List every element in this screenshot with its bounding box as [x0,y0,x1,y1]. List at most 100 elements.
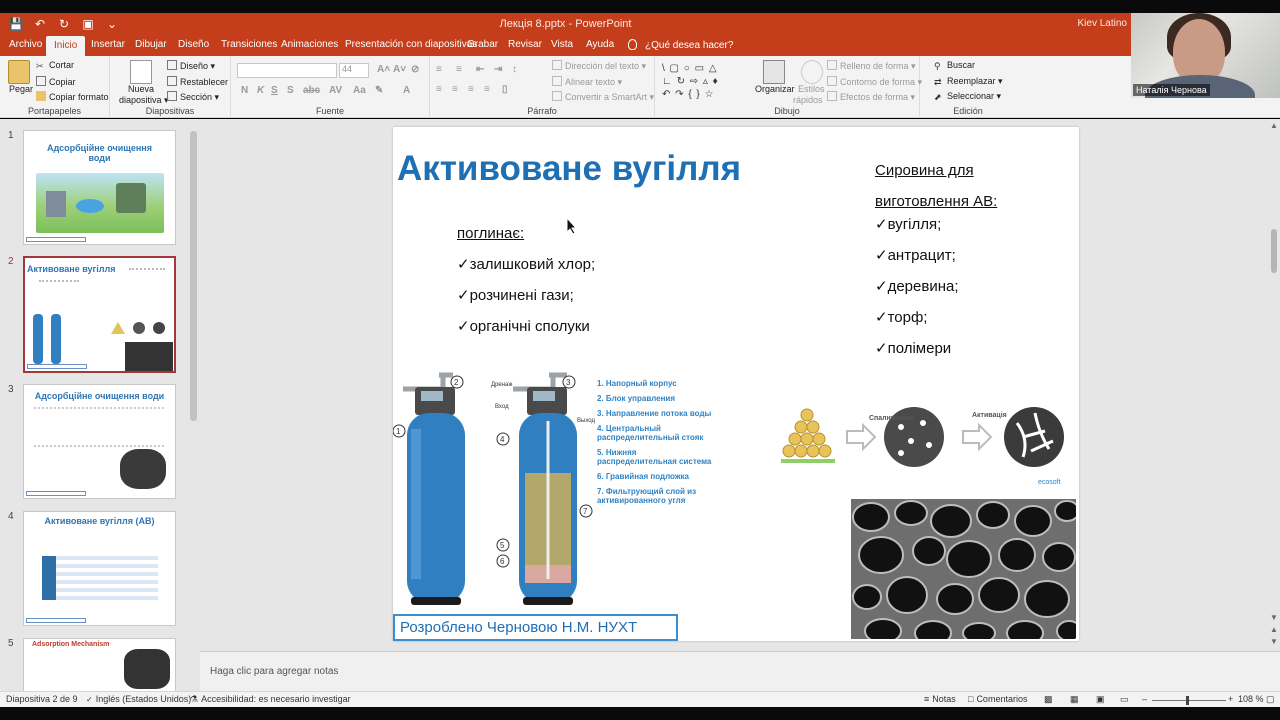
tab-animaciones[interactable]: Animaciones [281,39,338,50]
slide-thumbnail-2[interactable]: Активоване вугілля [23,256,176,373]
tell-me-search[interactable]: ¿Qué desea hacer? [628,39,733,51]
notes-toggle[interactable]: ≡ Notas [924,694,956,704]
shape-fill-button[interactable]: Relleno de forma ▾ [827,60,916,72]
filter-diagram[interactable]: 1 2 4 5 6 7 3 Дренаж Вход Выход [393,369,598,614]
paste-button[interactable]: Pegar [9,84,33,94]
activation-process-graphic[interactable]: Спалювання Активація [777,403,1077,493]
reset-button[interactable]: Restablecer [167,76,228,87]
author-credit[interactable]: Розроблено Черновою Н.М. НУХТ [393,614,678,641]
absorbs-list[interactable]: ✓залишковий хлор; ✓розчинені гази; ✓орга… [457,255,595,348]
filter-legend[interactable]: 1. Напорный корпус 2. Блок управления 3.… [597,379,711,505]
find-button[interactable]: ⚲ Buscar [934,60,975,71]
replace-button[interactable]: ⇄ Reemplazar ▾ [934,76,1003,87]
quick-styles-button[interactable]: Estilos [798,84,825,94]
slide-title[interactable]: Активоване вугілля [397,149,741,189]
scroll-down-icon[interactable]: ▼ [1270,613,1278,622]
underline-icon[interactable]: S [271,85,278,96]
decrease-indent-icon[interactable]: ⇤ [476,64,484,75]
numbering-icon[interactable]: ≡ [456,64,462,75]
tab-presentacion[interactable]: Presentación con diapositivas [345,39,477,50]
cut-button[interactable]: ✂ Cortar [36,60,74,71]
tab-transiciones[interactable]: Transiciones [221,39,277,50]
language-indicator[interactable]: ✓ Inglés (Estados Unidos) [86,694,191,704]
slide-thumbnail-4[interactable]: Активоване вугілля (АВ) [23,511,176,626]
line-spacing-icon[interactable]: ↕ [512,64,517,75]
tab-archivo[interactable]: Archivo [9,39,42,50]
italic-icon[interactable]: K [257,85,264,96]
zoom-slider-thumb[interactable] [1186,696,1189,705]
shape-outline-button[interactable]: Contorno de forma ▾ [827,76,922,88]
tab-dibujar[interactable]: Dibujar [135,39,167,50]
shadow-icon[interactable]: S [287,85,294,96]
align-right-icon[interactable]: ≡ [468,84,474,95]
select-button[interactable]: ⬈ Seleccionar ▾ [934,91,1001,102]
raw-materials-title[interactable]: Сировина для виготовлення АВ: [875,155,997,217]
slide-sorter-icon[interactable]: ▦ [1070,694,1079,705]
shapes-gallery[interactable]: \ ▢ ○ ▭ △ ∟ ↻ ⇨ ▵ ♦ ↶ ↷ { } ☆ [662,62,742,102]
quick-styles-icon [801,60,823,84]
accessibility-indicator[interactable]: ⚗ Accesibilidad: es necesario investigar [190,694,351,705]
reading-view-icon[interactable]: ▣ [1096,694,1105,705]
strikethrough-icon[interactable]: abc [303,85,320,96]
thumb-number: 5 [8,638,14,649]
tab-insertar[interactable]: Insertar [91,39,125,50]
text-direction-button[interactable]: Dirección del texto ▾ [552,60,646,72]
clear-format-icon[interactable]: ⊘ [411,64,419,75]
absorbs-label[interactable]: поглинає: [457,225,524,242]
copy-button[interactable]: Copiar [36,76,76,87]
slide-canvas[interactable]: Активоване вугілля поглинає: ✓залишковий… [393,127,1079,641]
thumbnails-scrollbar[interactable] [188,119,200,691]
new-slide-button[interactable]: Nueva [128,84,154,94]
format-painter-button[interactable]: Copiar formato [36,91,109,102]
arrange-button[interactable]: Organizar [755,84,795,94]
font-size-input[interactable]: 44 [339,63,369,78]
bold-icon[interactable]: N [241,85,248,96]
justify-icon[interactable]: ≡ [484,84,490,95]
tab-grabar[interactable]: Grabar [467,39,498,50]
comments-toggle[interactable]: □ Comentarios [968,694,1027,704]
notes-pane[interactable]: Haga clic para agregar notas [200,651,1280,691]
bullets-icon[interactable]: ≡ [436,64,442,75]
align-left-icon[interactable]: ≡ [436,84,442,95]
columns-icon[interactable]: ▯ [502,84,508,95]
zoom-level[interactable]: 108 % [1238,694,1264,704]
notes-placeholder: Haga clic para agregar notas [210,666,339,677]
tab-inicio[interactable]: Inicio [46,36,86,56]
align-text-button[interactable]: Alinear texto ▾ [552,76,622,88]
tab-vista[interactable]: Vista [551,39,573,50]
new-slide-dropdown[interactable]: diapositiva ▾ [119,95,169,106]
increase-indent-icon[interactable]: ⇥ [494,64,502,75]
fit-slide-icon[interactable]: ▢ [1266,694,1275,705]
zoom-out-icon[interactable]: – [1142,694,1147,704]
slideshow-view-icon[interactable]: ▭ [1120,694,1129,705]
slide-thumbnail-5[interactable]: Adsorption Mechanism [23,638,176,691]
highlight-icon[interactable]: ✎ [375,85,383,96]
tab-ayuda[interactable]: Ayuda [586,39,614,50]
tab-revisar[interactable]: Revisar [508,39,542,50]
smartart-icon [552,91,562,101]
slide-thumbnail-1[interactable]: Адсорбційне очищення води [23,130,176,245]
zoom-in-icon[interactable]: + [1228,694,1233,704]
section-button[interactable]: Sección ▾ [167,91,219,103]
next-slide-icon[interactable]: ▼ [1270,637,1278,646]
shape-effects-button[interactable]: Efectos de forma ▾ [827,91,915,103]
smartart-button[interactable]: Convertir a SmartArt ▾ [552,91,654,103]
font-color-icon[interactable]: A [403,85,410,96]
normal-view-icon[interactable]: ▩ [1044,694,1053,705]
raw-materials-list[interactable]: ✓вугілля; ✓антрацит; ✓деревина; ✓торф; ✓… [875,215,959,370]
activated-carbon-micrograph[interactable] [851,499,1076,639]
grow-font-icon[interactable]: A˄ [377,64,390,75]
case-icon[interactable]: Aa [353,85,366,96]
tab-diseno[interactable]: Diseño [178,39,209,50]
slide-scrollbar[interactable]: ▲ ▼ ▲ ▼ [1268,119,1280,651]
slide-thumbnail-3[interactable]: Адсорбційне очищення води [23,384,176,499]
font-name-input[interactable] [237,63,337,78]
scroll-up-icon[interactable]: ▲ [1270,121,1278,130]
shrink-font-icon[interactable]: A˅ [393,64,406,75]
zoom-slider[interactable] [1152,700,1226,701]
layout-button[interactable]: Diseño ▾ [167,60,215,72]
prev-slide-icon[interactable]: ▲ [1270,625,1278,634]
spacing-icon[interactable]: AV [329,85,342,96]
ribbon-extension [1131,98,1280,118]
align-center-icon[interactable]: ≡ [452,84,458,95]
